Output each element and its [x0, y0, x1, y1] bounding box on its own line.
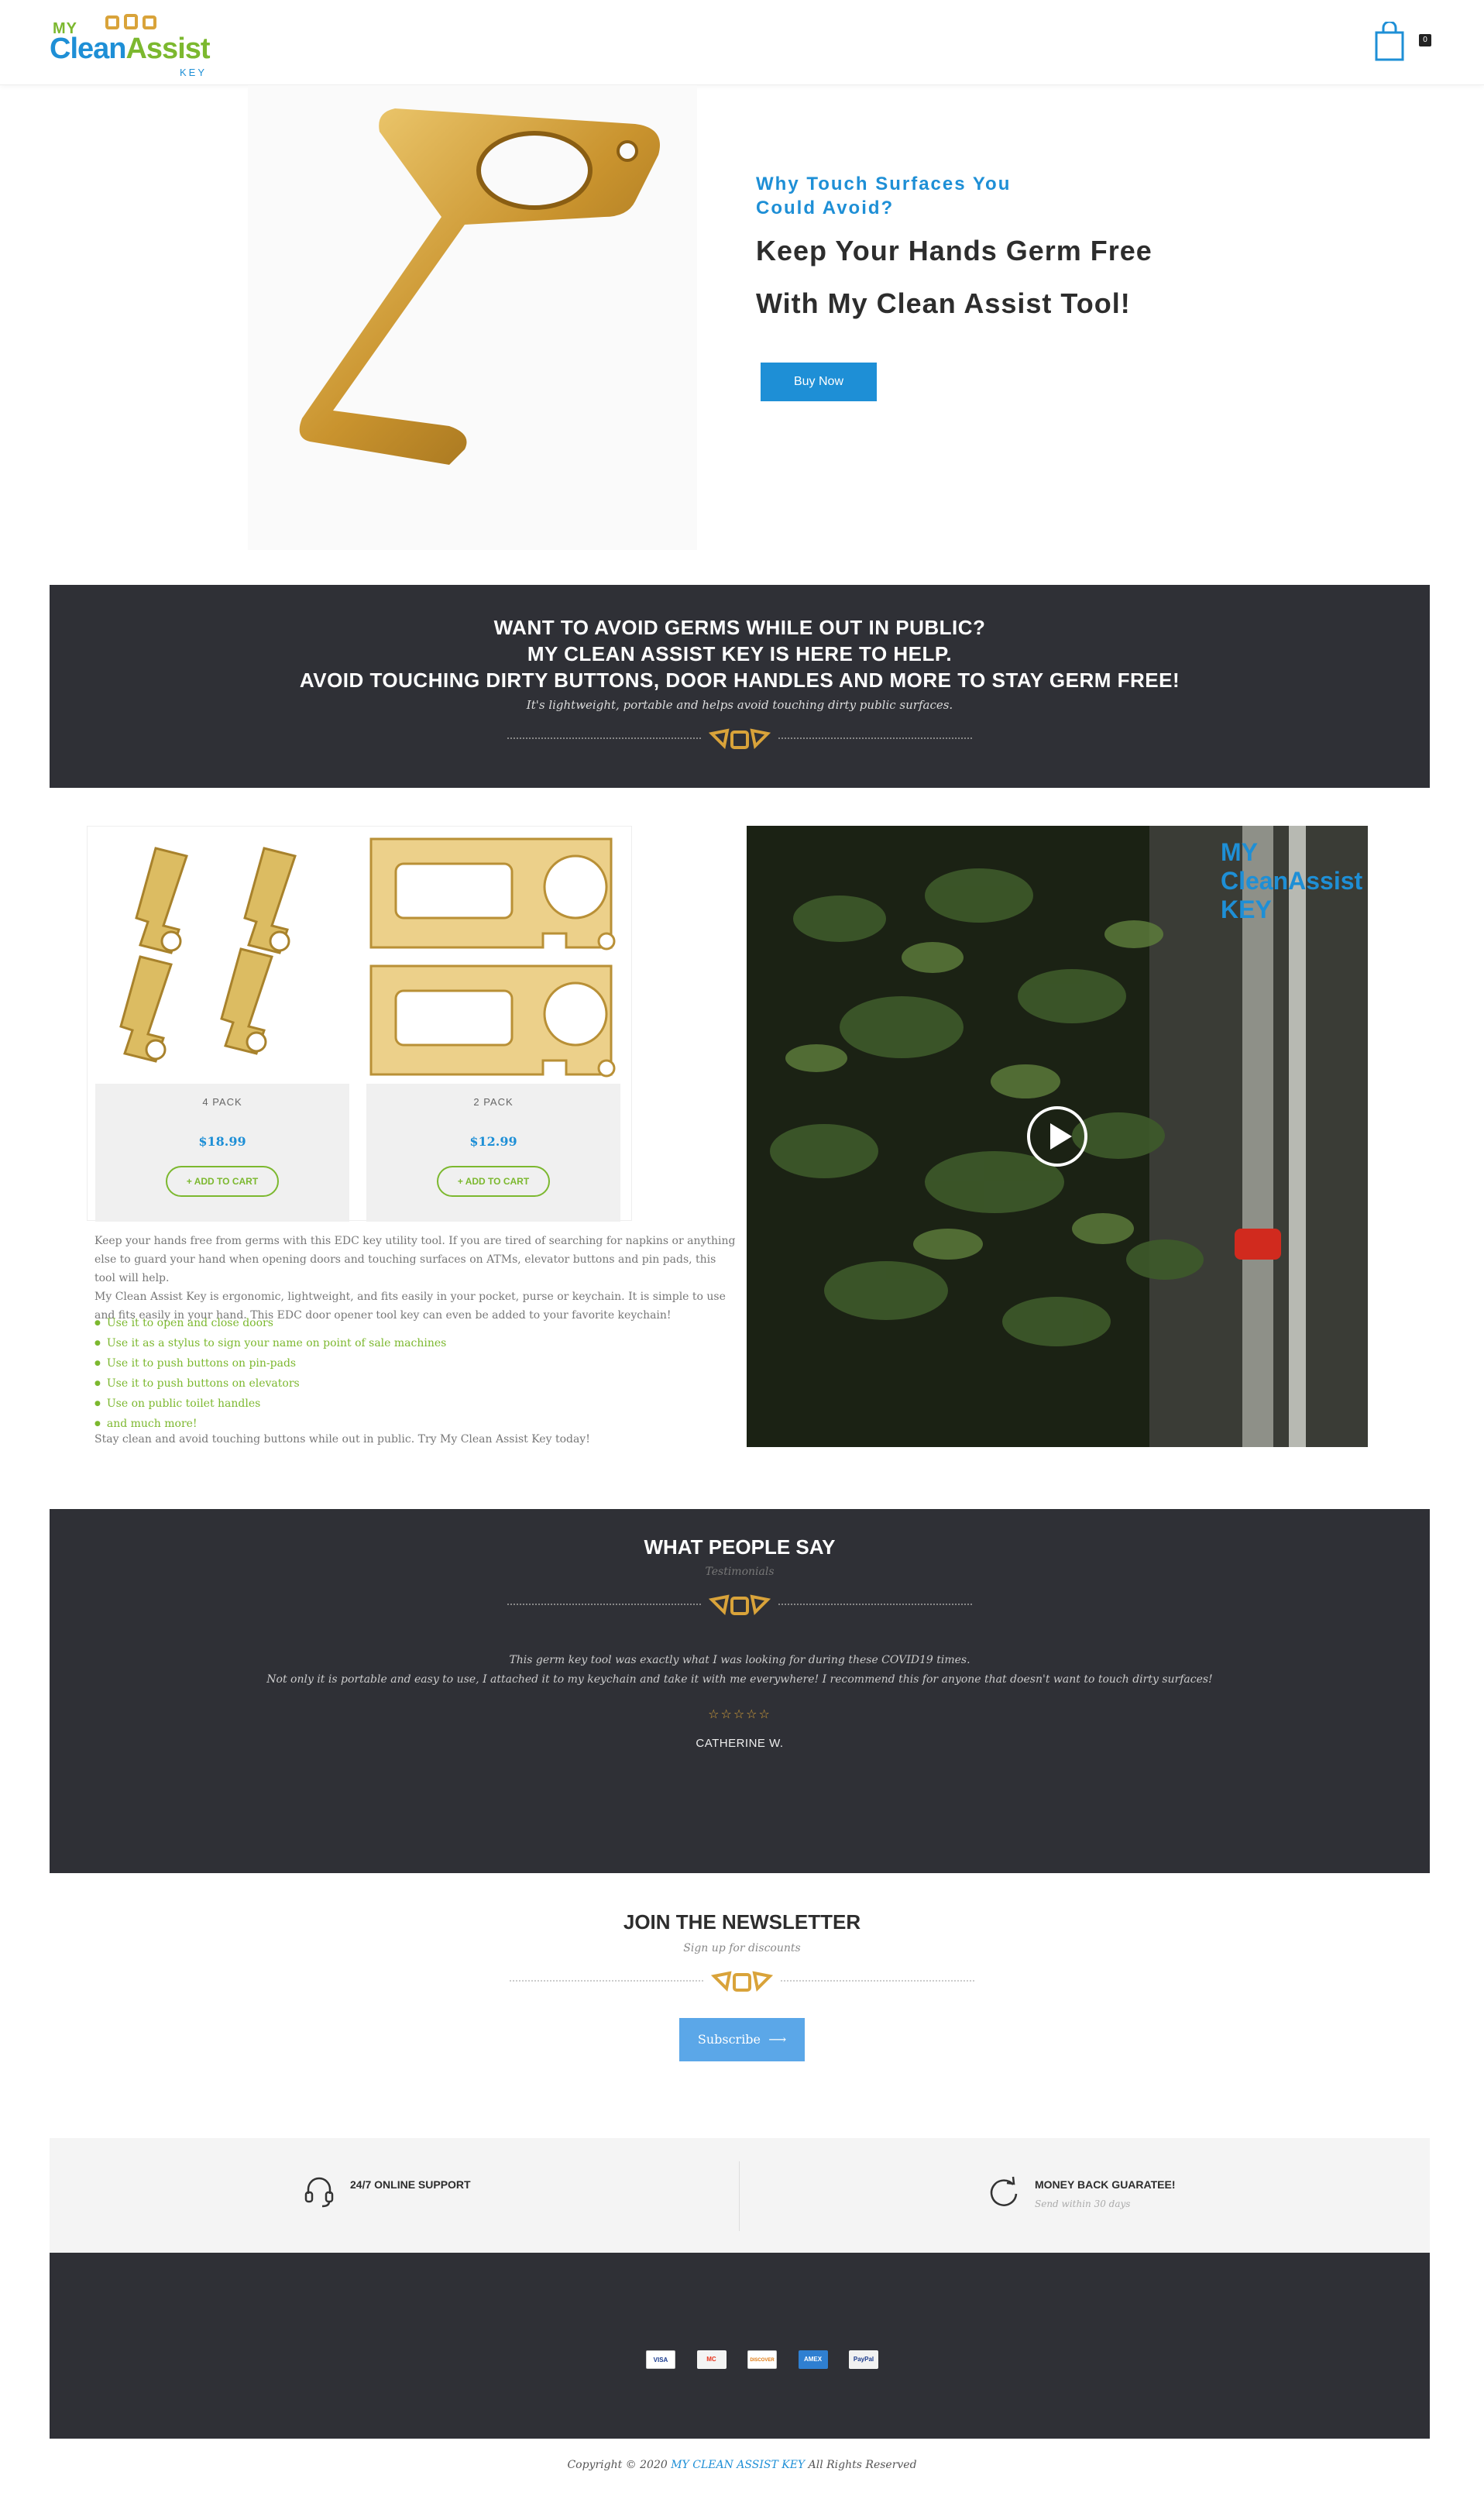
product-card-2-pack[interactable]: 2 PACK $12.99 + ADD TO CART	[359, 827, 622, 1222]
product-info: 2 PACK $12.99 + ADD TO CART	[366, 1084, 620, 1222]
testimonials-section: WHAT PEOPLE SAY Testimonials This germ k…	[50, 1509, 1430, 1873]
subscribe-button[interactable]: Subscribe ⟶	[679, 2018, 805, 2061]
shopping-bag-icon	[1375, 20, 1404, 61]
testimonials-heading: WHAT PEOPLE SAY	[644, 1535, 836, 1559]
section-divider	[510, 1965, 974, 1996]
feature-money-back: MONEY BACK GUARATEE! Send within 30 days	[987, 2174, 1176, 2211]
hero-title-line-1: Keep Your Hands Germ Free	[756, 235, 1153, 266]
promo-banner: WANT TO AVOID GERMS WHILE OUT IN PUBLIC?…	[50, 585, 1430, 788]
feature-online-support: 24/7 ONLINE SUPPORT	[302, 2174, 471, 2211]
feature-list: Use it to open and close doors Use it as…	[94, 1314, 714, 1435]
feature-title: 24/7 ONLINE SUPPORT	[350, 2178, 471, 2191]
testimonials-subheading: Testimonials	[705, 1566, 775, 1578]
site-footer: VISA MC DISCOVER AMEX PayPal	[50, 2253, 1430, 2439]
refresh-icon	[990, 2176, 1018, 2206]
newsletter-section: JOIN THE NEWSLETTER Sign up for discount…	[0, 1910, 1484, 2061]
product-info: 4 PACK $18.99 + ADD TO CART	[95, 1084, 349, 1222]
buy-now-button[interactable]: Buy Now	[761, 363, 877, 401]
rating-stars: ☆☆☆☆☆	[708, 1707, 771, 1721]
list-item: Use it to push buttons on pin-pads	[94, 1354, 714, 1374]
logo-assist: Assist	[125, 33, 210, 65]
banner-line-3: AVOID TOUCHING DIRTY BUTTONS, DOOR HANDL…	[299, 669, 1180, 692]
discover-card-icon: DISCOVER	[747, 2350, 777, 2369]
subscribe-label: Subscribe	[697, 2032, 761, 2047]
headset-icon	[304, 2177, 334, 2208]
section-divider	[507, 1589, 972, 1620]
section-divider	[507, 723, 972, 754]
product-grid: 4 PACK $18.99 + ADD TO CART 2 PACK $12.9…	[87, 826, 632, 1222]
key-divider-icon	[709, 728, 771, 750]
list-item: and much more!	[94, 1415, 714, 1435]
hero-subtitle: Why Touch Surfaces You Could Avoid?	[756, 174, 1012, 218]
closing-text: Stay clean and avoid touching buttons wh…	[94, 1433, 590, 1446]
logo-clean: Clean	[50, 33, 126, 65]
list-item: Use on public toilet handles	[94, 1394, 714, 1415]
product-price: $12.99	[469, 1134, 517, 1149]
brand-link[interactable]: MY CLEAN ASSIST KEY	[671, 2459, 805, 2471]
hero-title-line-2: With My Clean Assist Tool!	[756, 287, 1131, 319]
quote-line-1: This germ key tool was exactly what I wa…	[509, 1654, 970, 1666]
copyright-prefix: Copyright © 2020	[567, 2459, 668, 2471]
play-icon	[1050, 1123, 1072, 1150]
list-item: Use it to open and close doors	[94, 1314, 714, 1334]
banner-tagline: It's lightweight, portable and helps avo…	[526, 698, 953, 712]
arrow-right-icon: ⟶	[764, 2032, 787, 2047]
video-logo-overlay: MY CleanAssist KEY	[1221, 838, 1363, 923]
amex-card-icon: AMEX	[798, 2350, 828, 2369]
description-paragraph-1: Keep your hands free from germs with thi…	[94, 1235, 736, 1284]
quote-line-2: Not only it is portable and easy to use,…	[266, 1673, 1213, 1686]
product-image-2-pack[interactable]	[365, 833, 619, 1081]
feature-title: MONEY BACK GUARATEE!	[1035, 2178, 1176, 2191]
paypal-icon: PayPal	[849, 2350, 878, 2369]
product-name[interactable]: 4 PACK	[95, 1096, 349, 1108]
product-image-4-pack[interactable]	[94, 833, 348, 1081]
add-to-cart-button[interactable]: + ADD TO CART	[166, 1166, 279, 1197]
cart-count-badge: 0	[1419, 34, 1431, 46]
visa-card-icon: VISA	[646, 2350, 675, 2369]
key-divider-icon	[709, 1594, 771, 1616]
feature-subtitle: Send within 30 days	[1035, 2198, 1131, 2209]
list-item: Use it as a stylus to sign your name on …	[94, 1334, 714, 1354]
logo-clean-assist: CleanAssist	[50, 33, 211, 66]
list-item: Use it to push buttons on elevators	[94, 1374, 714, 1394]
banner-line-1: WANT TO AVOID GERMS WHILE OUT IN PUBLIC?	[493, 616, 986, 639]
copyright: Copyright © 2020 MY CLEAN ASSIST KEY All…	[0, 2459, 1484, 2471]
features-bar: 24/7 ONLINE SUPPORT MONEY BACK GUARATEE!…	[50, 2138, 1430, 2253]
product-card-4-pack[interactable]: 4 PACK $18.99 + ADD TO CART	[88, 827, 351, 1222]
play-button[interactable]	[1027, 1106, 1087, 1167]
product-video[interactable]: MY CleanAssist KEY	[747, 826, 1368, 1447]
testimonial-quote: This germ key tool was exactly what I wa…	[50, 1651, 1430, 1690]
product-price: $18.99	[198, 1134, 246, 1149]
key-divider-icon	[711, 1971, 773, 1992]
mastercard-icon: MC	[696, 2350, 727, 2369]
feature-divider	[739, 2161, 740, 2231]
testimonial-author: CATHERINE W.	[696, 1737, 784, 1750]
site-logo[interactable]: MY CleanAssist KEY	[50, 14, 212, 78]
hero-title: Keep Your Hands Germ Free With My Clean …	[756, 225, 1298, 330]
cart-button[interactable]	[1374, 20, 1405, 62]
product-description: Keep your hands free from germs with thi…	[94, 1232, 737, 1325]
banner-line-2: MY CLEAN ASSIST KEY IS HERE TO HELP.	[527, 642, 953, 665]
hero-product-image	[248, 85, 697, 550]
payment-cards: VISA MC DISCOVER AMEX PayPal	[646, 2350, 878, 2369]
product-name[interactable]: 2 PACK	[366, 1096, 620, 1108]
add-to-cart-button[interactable]: + ADD TO CART	[437, 1166, 550, 1197]
newsletter-subheading: Sign up for discounts	[683, 1942, 801, 1954]
site-header: MY CleanAssist KEY 0	[0, 0, 1484, 85]
logo-key: KEY	[180, 67, 208, 78]
copyright-suffix: All Rights Reserved	[808, 2459, 917, 2471]
newsletter-heading: JOIN THE NEWSLETTER	[623, 1910, 861, 1934]
